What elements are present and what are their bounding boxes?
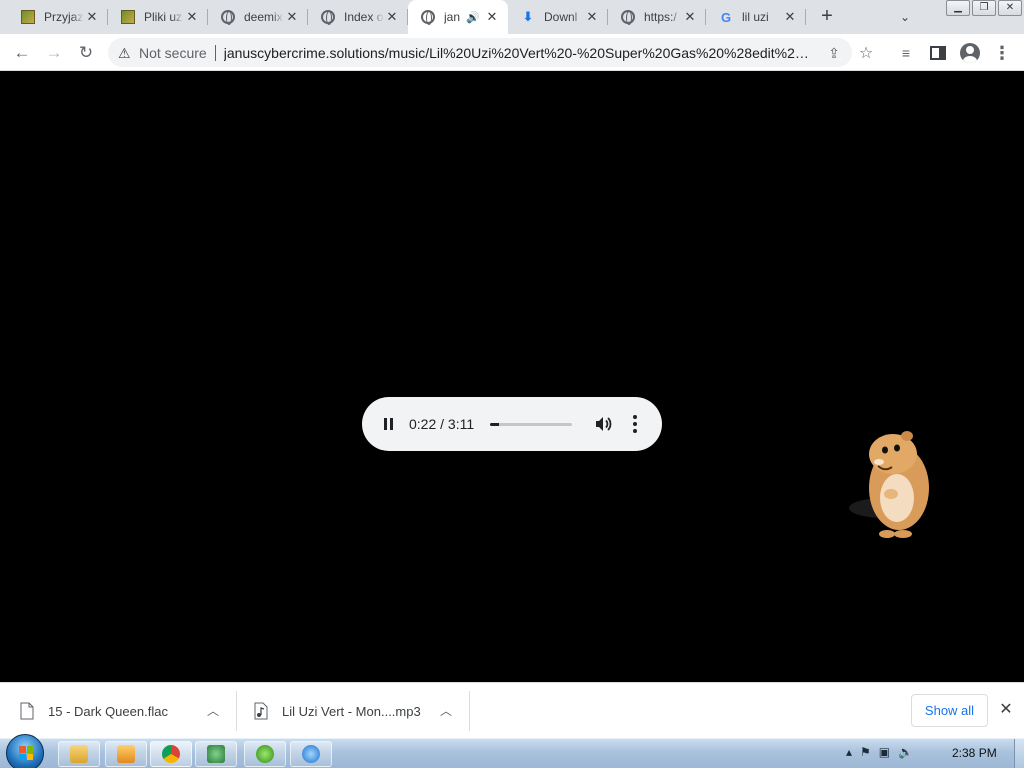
tab-przyjaz[interactable]: Przyjaz ✕ bbox=[8, 0, 108, 34]
taskbar-clock[interactable]: 2:38 PM bbox=[952, 746, 997, 760]
start-button[interactable] bbox=[6, 734, 44, 768]
game-favicon-icon bbox=[120, 9, 136, 25]
tab-close-icon[interactable]: ✕ bbox=[484, 9, 500, 25]
google-icon: G bbox=[720, 9, 732, 25]
globe-icon bbox=[620, 9, 636, 25]
tab-close-icon[interactable]: ✕ bbox=[84, 9, 100, 25]
maximize-button[interactable]: ❐ bbox=[972, 0, 996, 16]
tab-close-icon[interactable]: ✕ bbox=[682, 9, 698, 25]
download-item[interactable]: 15 - Dark Queen.flac bbox=[20, 683, 168, 739]
browser-toolbar: ← → ↻ ⚠ Not secure januscybercrime.solut… bbox=[0, 34, 1024, 71]
tab-title: jan bbox=[444, 10, 461, 24]
tab-index[interactable]: Index o ✕ bbox=[308, 0, 408, 34]
close-shelf-icon[interactable]: ✕ bbox=[996, 700, 1016, 720]
back-arrow-icon[interactable]: ← bbox=[9, 40, 35, 66]
taskbar-chrome-button[interactable] bbox=[150, 741, 192, 767]
time-display: 0:22 / 3:11 bbox=[409, 416, 475, 432]
itunes-icon bbox=[302, 745, 320, 763]
taskbar-explorer-button[interactable] bbox=[58, 741, 100, 767]
action-center-icon[interactable]: ⚑ bbox=[860, 745, 871, 759]
window-controls: ▁ ❐ ✕ bbox=[944, 0, 1022, 16]
tab-title: Przyjaz bbox=[44, 10, 84, 24]
seek-progress bbox=[490, 423, 500, 426]
download-shelf: 15 - Dark Queen.flac ︿ Lil Uzi Vert - Mo… bbox=[0, 682, 1024, 738]
folder-icon bbox=[70, 745, 88, 763]
tab-title: deemix bbox=[244, 10, 283, 24]
network-app-icon bbox=[207, 745, 225, 763]
tab-close-icon[interactable]: ✕ bbox=[284, 9, 300, 25]
file-icon bbox=[20, 702, 34, 720]
hamster-image bbox=[845, 426, 935, 541]
new-tab-button[interactable]: + bbox=[814, 5, 840, 29]
network-icon[interactable]: ▣ bbox=[879, 745, 890, 759]
tab-close-icon[interactable]: ✕ bbox=[184, 9, 200, 25]
volume-tray-icon[interactable]: 🔈 bbox=[898, 745, 913, 759]
tab-title: Downl bbox=[544, 10, 578, 24]
bookmark-star-icon[interactable]: ☆ bbox=[853, 40, 879, 66]
tab-title: Index o bbox=[344, 10, 384, 24]
forward-arrow-icon[interactable]: → bbox=[41, 40, 67, 66]
game-favicon-icon bbox=[20, 9, 36, 25]
chevron-up-icon[interactable]: ︿ bbox=[204, 702, 222, 720]
tab-title: Pliki uz bbox=[144, 10, 183, 24]
show-desktop-button[interactable] bbox=[1014, 739, 1024, 768]
show-all-button[interactable]: Show all bbox=[911, 694, 988, 727]
media-player-icon bbox=[117, 745, 135, 763]
address-bar[interactable]: ⚠ Not secure januscybercrime.solutions/m… bbox=[108, 38, 852, 67]
tab-https[interactable]: https:/ ✕ bbox=[608, 0, 706, 34]
audio-playing-icon[interactable]: 🔊 bbox=[466, 11, 480, 24]
audio-player[interactable]: 0:22 / 3:11 bbox=[362, 397, 662, 451]
windows-logo-icon bbox=[19, 746, 33, 760]
taskbar-clover-app-button[interactable] bbox=[244, 741, 286, 767]
more-options-icon[interactable] bbox=[628, 414, 642, 434]
tab-strip: Przyjaz ✕ Pliki uz ✕ deemix ✕ Index o ✕ … bbox=[0, 0, 1024, 34]
taskbar-itunes-button[interactable] bbox=[290, 741, 332, 767]
tab-janus-active[interactable]: jan 🔊 ✕ bbox=[408, 0, 508, 34]
side-panel-icon[interactable] bbox=[925, 40, 951, 66]
download-filename: 15 - Dark Queen.flac bbox=[48, 703, 168, 719]
url-text[interactable]: januscybercrime.solutions/music/Lil%20Uz… bbox=[224, 45, 814, 61]
tab-google-search[interactable]: G lil uzi ✕ bbox=[706, 0, 806, 34]
warning-triangle-icon[interactable]: ⚠ bbox=[118, 45, 134, 61]
tray-expand-icon[interactable]: ▴ bbox=[846, 745, 852, 759]
download-filename: Lil Uzi Vert - Mon....mp3 bbox=[282, 703, 421, 719]
download-item[interactable]: Lil Uzi Vert - Mon....mp3 bbox=[254, 683, 421, 739]
tab-close-icon[interactable]: ✕ bbox=[384, 9, 400, 25]
security-label[interactable]: Not secure bbox=[139, 45, 207, 61]
media-control-icon[interactable]: ≡ bbox=[893, 40, 919, 66]
reload-icon[interactable]: ↻ bbox=[73, 40, 99, 66]
tab-title: lil uzi bbox=[742, 10, 769, 24]
menu-kebab-icon[interactable]: ⋮ bbox=[989, 40, 1015, 66]
tab-download[interactable]: ⬇ Downl ✕ bbox=[508, 0, 608, 34]
music-file-icon bbox=[254, 702, 268, 720]
globe-icon bbox=[420, 9, 436, 25]
download-icon: ⬇ bbox=[522, 9, 534, 24]
tab-deemix[interactable]: deemix ✕ bbox=[208, 0, 308, 34]
chevron-up-icon[interactable]: ︿ bbox=[437, 702, 455, 720]
windows-taskbar: ▴ ⚑ ▣ 🔈 2:38 PM bbox=[0, 734, 1024, 768]
pause-icon[interactable] bbox=[378, 414, 398, 434]
share-icon[interactable]: ⇪ bbox=[825, 44, 843, 62]
volume-icon[interactable] bbox=[593, 414, 613, 434]
tab-pliki[interactable]: Pliki uz ✕ bbox=[108, 0, 208, 34]
profile-avatar-icon[interactable] bbox=[957, 40, 983, 66]
minimize-button[interactable]: ▁ bbox=[946, 0, 970, 16]
system-tray: ▴ ⚑ ▣ 🔈 bbox=[846, 745, 913, 759]
close-window-button[interactable]: ✕ bbox=[998, 0, 1022, 16]
taskbar-network-app-button[interactable] bbox=[195, 741, 237, 767]
tab-search-chevron-icon[interactable]: ⌄ bbox=[894, 6, 916, 28]
tab-close-icon[interactable]: ✕ bbox=[584, 9, 600, 25]
globe-icon bbox=[320, 9, 336, 25]
tab-title: https:/ bbox=[644, 10, 677, 24]
clover-app-icon bbox=[256, 745, 274, 763]
page-content: 0:22 / 3:11 bbox=[0, 71, 1024, 682]
globe-icon bbox=[220, 9, 236, 25]
seek-slider[interactable] bbox=[490, 423, 572, 426]
taskbar-media-player-button[interactable] bbox=[105, 741, 147, 767]
tab-close-icon[interactable]: ✕ bbox=[782, 9, 798, 25]
chrome-icon bbox=[162, 745, 180, 763]
